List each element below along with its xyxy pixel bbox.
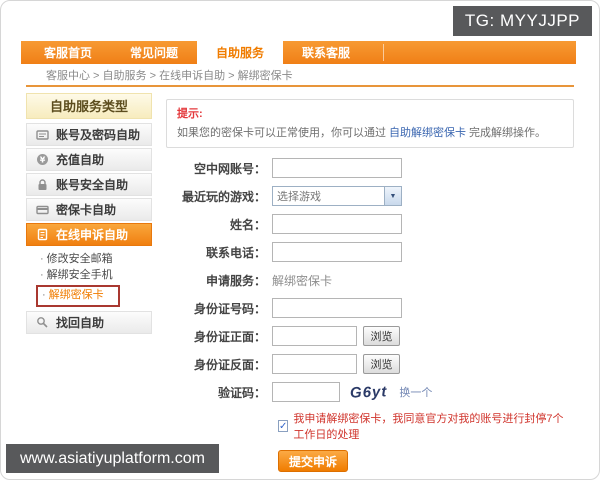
svg-text:¥: ¥ — [40, 155, 46, 164]
phone-input[interactable] — [272, 242, 402, 262]
sidebar-item-label: 在线申诉自助 — [56, 228, 129, 242]
service-row: 申请服务： 解绑密保卡 — [166, 270, 574, 290]
name-input[interactable] — [272, 214, 402, 234]
captcha-input[interactable] — [272, 382, 340, 402]
sidebar-subitem-unbind-security-card[interactable]: · 解绑密保卡 — [36, 285, 120, 307]
tip-body: 如果您的密保卡可以正常使用，你可以通过 自助解绑密保卡 完成解绑操作。 — [177, 124, 563, 140]
sidebar: 自助服务类型 账号及密码自助 ¥ 充值自助 账号安全自助 密保卡自助 在线申诉自… — [26, 93, 152, 336]
tip-box: 提示: 如果您的密保卡可以正常使用，你可以通过 自助解绑密保卡 完成解绑操作。 — [166, 99, 574, 148]
lock-icon — [36, 178, 49, 191]
agree-row: ✓ 我申请解绑密保卡，我同意官方对我的账号进行封停7个工作日的处理 — [278, 410, 574, 442]
phone-row: 联系电话： — [166, 242, 574, 262]
nav-divider — [383, 44, 384, 61]
id-front-row: 身份证正面： 浏览 — [166, 326, 574, 346]
captcha-image: G6yt — [349, 382, 388, 402]
game-select-value: 选择游戏 — [277, 191, 321, 203]
tab-self-service[interactable]: 自助服务 — [197, 41, 283, 64]
id-number-row: 身份证号码： — [166, 298, 574, 318]
sidebar-item-account-password[interactable]: 账号及密码自助 — [26, 123, 152, 146]
sidebar-item-label: 账号及密码自助 — [56, 128, 141, 142]
chevron-down-icon: ▼ — [384, 187, 401, 205]
watermark: www.asiatiyuplatform.com — [6, 444, 219, 473]
service-label: 申请服务： — [205, 273, 266, 288]
name-label: 姓名： — [229, 217, 266, 232]
id-number-input[interactable] — [272, 298, 402, 318]
top-navbar: 客服首页 常见问题 自助服务 联系客服 — [21, 41, 576, 64]
sidebar-title: 自助服务类型 — [26, 93, 152, 119]
bullet: · — [42, 289, 46, 301]
subitem-label: 解绑安全手机 — [46, 269, 113, 281]
tab-contact-service[interactable]: 联系客服 — [283, 41, 369, 64]
id-front-label: 身份证正面： — [193, 329, 266, 344]
sidebar-subitem-unbind-phone[interactable]: · 解绑安全手机 — [40, 268, 152, 283]
captcha-refresh-link[interactable]: 换一个 — [399, 384, 432, 400]
tab-faq[interactable]: 常见问题 — [111, 41, 197, 64]
account-label: 空中网账号： — [193, 161, 266, 176]
tip-title: 提示: — [177, 108, 203, 120]
captcha-label: 验证码： — [217, 385, 266, 400]
main-content: 提示: 如果您的密保卡可以正常使用，你可以通过 自助解绑密保卡 完成解绑操作。 空中… — [166, 99, 574, 472]
id-back-browse-button[interactable]: 浏览 — [363, 354, 400, 374]
header-rule — [26, 85, 574, 87]
yen-coin-icon: ¥ — [36, 153, 49, 166]
agree-text: 我申请解绑密保卡，我同意官方对我的账号进行封停7个工作日的处理 — [293, 413, 564, 441]
bullet: · — [40, 253, 44, 265]
sidebar-submenu: · 修改安全邮箱 · 解绑安全手机 · 解绑密保卡 — [26, 248, 152, 311]
name-row: 姓名： — [166, 214, 574, 234]
game-label: 最近玩的游戏： — [181, 189, 266, 204]
sidebar-item-label: 密保卡自助 — [56, 203, 117, 217]
sidebar-item-label: 找回自助 — [56, 316, 105, 330]
magnifier-icon — [36, 316, 49, 329]
card-icon — [36, 203, 49, 216]
sidebar-subitem-modify-email[interactable]: · 修改安全邮箱 — [40, 252, 152, 267]
sidebar-item-account-security[interactable]: 账号安全自助 — [26, 173, 152, 196]
page: TG: MYYJJPP 客服首页 常见问题 自助服务 联系客服 客服中心 > 自… — [0, 0, 600, 480]
account-input[interactable] — [272, 158, 402, 178]
tab-service-home[interactable]: 客服首页 — [25, 41, 111, 64]
agree-checkbox[interactable]: ✓ — [278, 420, 289, 432]
id-back-input[interactable] — [272, 354, 357, 374]
service-value: 解绑密保卡 — [272, 273, 333, 288]
self-unbind-link[interactable]: 自助解绑密保卡 — [389, 127, 466, 139]
sidebar-item-label: 账号安全自助 — [56, 178, 129, 192]
sidebar-item-label: 充值自助 — [56, 153, 105, 167]
appeal-doc-icon — [36, 228, 49, 241]
phone-label: 联系电话： — [205, 245, 266, 260]
submit-appeal-button[interactable]: 提交申诉 — [278, 450, 348, 472]
tip-text-before: 如果您的密保卡可以正常使用，你可以通过 — [177, 127, 386, 139]
account-row: 空中网账号： — [166, 158, 574, 178]
sidebar-item-security-card[interactable]: 密保卡自助 — [26, 198, 152, 221]
sidebar-item-retrieve[interactable]: 找回自助 — [26, 311, 152, 334]
tip-text-after: 完成解绑操作。 — [469, 127, 546, 139]
id-number-label: 身份证号码： — [193, 301, 266, 316]
id-card-icon — [36, 128, 49, 141]
id-back-row: 身份证反面： 浏览 — [166, 354, 574, 374]
id-front-input[interactable] — [272, 326, 357, 346]
id-back-label: 身份证反面： — [193, 357, 266, 372]
game-row: 最近玩的游戏： 选择游戏 ▼ — [166, 186, 574, 206]
game-select[interactable]: 选择游戏 ▼ — [272, 186, 402, 206]
tg-contact-badge: TG: MYYJJPP — [452, 6, 592, 36]
bullet: · — [40, 269, 44, 281]
subitem-label: 修改安全邮箱 — [46, 253, 113, 265]
subitem-label: 解绑密保卡 — [48, 289, 104, 301]
sidebar-item-online-appeal[interactable]: 在线申诉自助 — [26, 223, 152, 246]
breadcrumb: 客服中心 > 自助服务 > 在线申诉自助 > 解绑密保卡 — [46, 70, 293, 82]
sidebar-item-recharge[interactable]: ¥ 充值自助 — [26, 148, 152, 171]
captcha-row: 验证码： G6yt 换一个 — [166, 382, 574, 402]
id-front-browse-button[interactable]: 浏览 — [363, 326, 400, 346]
